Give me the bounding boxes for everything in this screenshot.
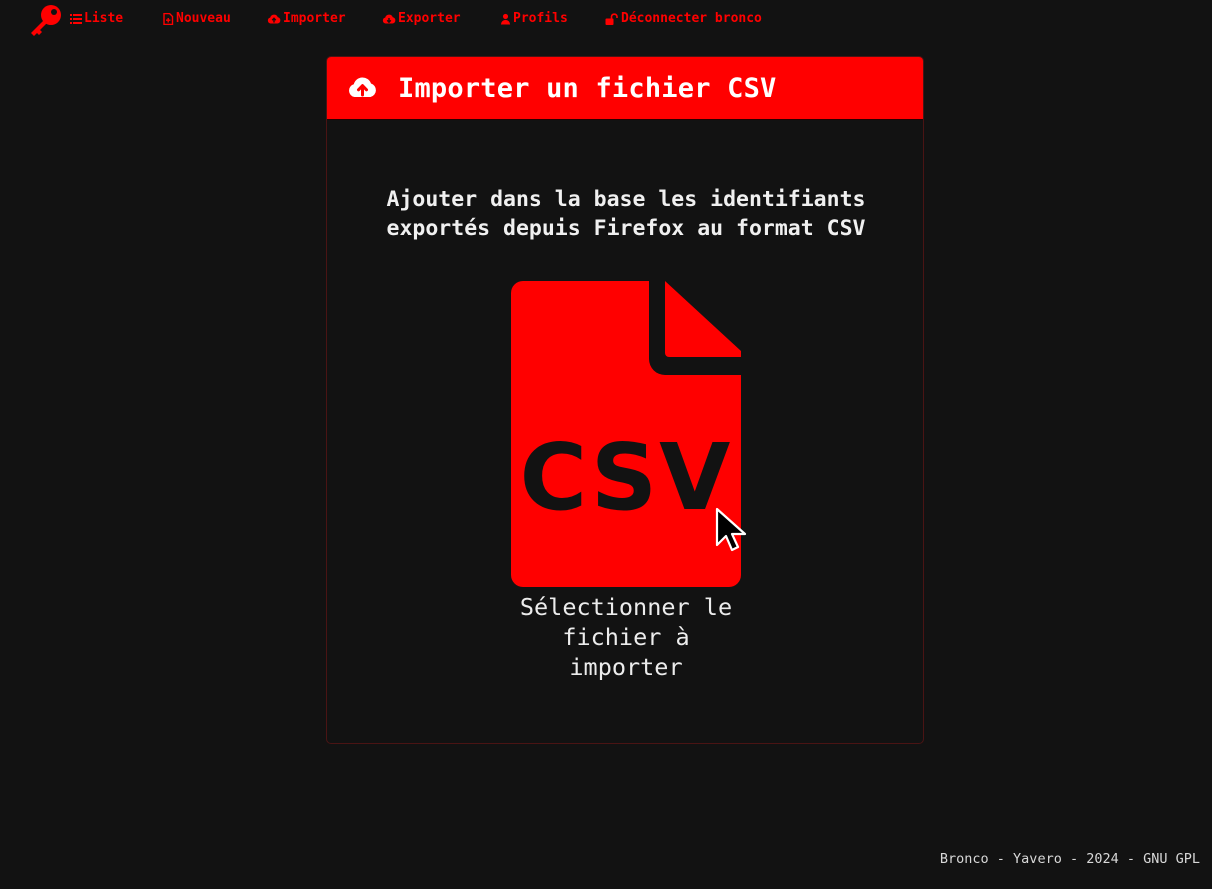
footer: Bronco - Yavero - 2024 - GNU GPL xyxy=(939,851,1200,867)
import-card: Importer un fichier CSV Ajouter dans la … xyxy=(326,56,924,744)
csv-label: CSV xyxy=(520,424,733,531)
file-picker-label: Sélectionner le fichier à importer xyxy=(519,593,733,681)
nav-item-label: Profils xyxy=(513,11,568,26)
nav-item-exporter[interactable]: Exporter xyxy=(382,11,461,26)
user-icon xyxy=(500,13,511,24)
key-icon[interactable] xyxy=(27,4,63,38)
nav-item-label: Liste xyxy=(84,11,124,26)
cloud-download-icon xyxy=(382,14,396,23)
cloud-upload-icon xyxy=(348,77,376,97)
csv-file-icon[interactable]: CSV xyxy=(511,281,741,587)
nav-item-label: Importer xyxy=(283,11,346,26)
new-file-icon xyxy=(163,12,174,25)
cloud-upload-icon xyxy=(267,14,281,23)
nav-item-label: Déconnecter bronco xyxy=(621,11,762,26)
nav-item-liste[interactable]: Liste xyxy=(70,11,123,26)
nav-item-nouveau[interactable]: Nouveau xyxy=(162,11,231,26)
nav-item-label: Nouveau xyxy=(176,11,231,26)
nav-item-importer[interactable]: Importer xyxy=(267,11,346,26)
nav-item-deconnecter[interactable]: Déconnecter bronco xyxy=(605,11,762,26)
card-header: Importer un fichier CSV xyxy=(327,57,923,120)
unlock-icon xyxy=(605,12,618,25)
file-picker[interactable]: CSV Sélectionner le fichier à importer xyxy=(511,281,741,683)
list-icon xyxy=(70,13,82,24)
nav-item-profils[interactable]: Profils xyxy=(500,11,568,26)
card-title: Importer un fichier CSV xyxy=(398,72,777,104)
nav-item-label: Exporter xyxy=(398,11,461,26)
card-description: Ajouter dans la base les identifiants ex… xyxy=(386,187,866,241)
navbar: Liste Nouveau Importer Exporter Profils xyxy=(0,0,1212,40)
mouse-cursor-icon xyxy=(715,507,747,552)
